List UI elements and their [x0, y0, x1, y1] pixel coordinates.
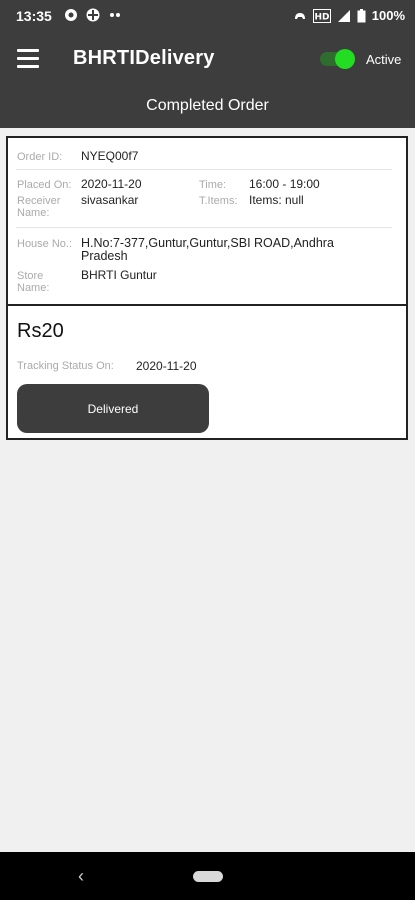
order-card[interactable]: Order ID: NYEQ00f7 Placed On: 2020-11-20… [6, 136, 408, 440]
receiver-value: sivasankar [81, 193, 139, 207]
time-value: 16:00 - 19:00 [249, 177, 320, 191]
hd-text: HD [314, 12, 329, 22]
hd-icon: HD [312, 8, 331, 23]
receiver-label: Receiver Name: [17, 195, 61, 219]
house-no-label: House No.: [17, 238, 73, 250]
time-label: Time: [199, 179, 227, 191]
more-icon [110, 13, 120, 17]
divider [16, 227, 392, 228]
app-bar: BHRTIDelivery Active [0, 33, 415, 85]
active-label: Active [366, 52, 402, 67]
toggle-knob [335, 49, 355, 69]
app-title: BHRTIDelivery [73, 47, 215, 69]
items-label: T.Items: [199, 195, 238, 207]
house-no-value: H.No:7-377,Guntur,Guntur,SBI ROAD,Andhra… [81, 236, 334, 263]
chevron-left-icon[interactable]: ‹ [78, 866, 84, 887]
order-details-section: Order ID: NYEQ00f7 Placed On: 2020-11-20… [8, 138, 406, 306]
status-bar: 13:35 HD 100% [0, 0, 415, 33]
delivered-button[interactable]: Delivered [17, 384, 209, 433]
placed-on-value: 2020-11-20 [81, 177, 142, 191]
placed-on-label: Placed On: [17, 179, 72, 191]
status-left-icons [64, 8, 122, 22]
battery-percent: 100% [371, 8, 405, 23]
page-header: Completed Order [0, 85, 415, 128]
battery-icon [357, 8, 366, 22]
store-name-value: BHRTI Guntur [81, 268, 157, 282]
active-toggle[interactable] [320, 49, 355, 69]
tracking-status-date: 2020-11-20 [136, 359, 197, 373]
order-id-value: NYEQ00f7 [81, 149, 139, 163]
order-price: Rs20 [17, 320, 64, 342]
circle-dot-icon [65, 9, 77, 21]
page-title: Completed Order [146, 97, 269, 114]
status-right-icons: HD 100% [293, 8, 405, 23]
order-id-label: Order ID: [17, 151, 63, 163]
grid-icon [86, 8, 100, 22]
menu-icon[interactable] [17, 49, 39, 68]
system-nav-bar: ‹ [0, 852, 415, 900]
status-time: 13:35 [16, 8, 52, 24]
store-name-label: Store Name: [17, 270, 50, 294]
tracking-status-label: Tracking Status On: [17, 360, 114, 372]
gamepad-icon [294, 12, 305, 19]
divider [16, 169, 392, 170]
items-value: Items: null [249, 193, 304, 207]
signal-icon [337, 9, 350, 22]
home-pill-icon[interactable] [193, 871, 223, 882]
